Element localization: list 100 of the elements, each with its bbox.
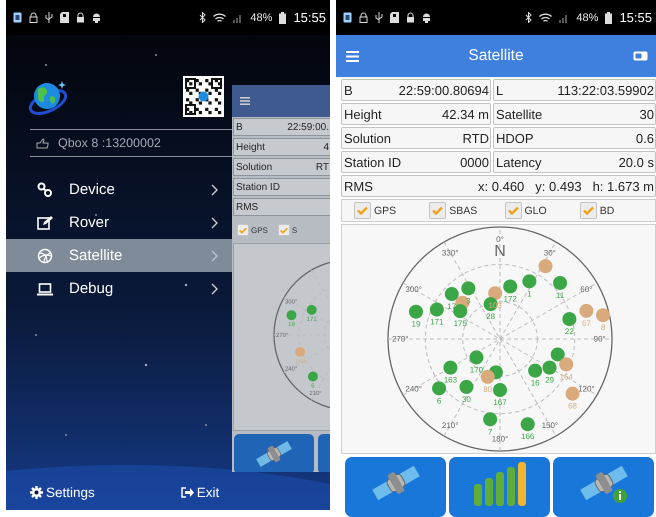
field-label: Height [344, 106, 382, 122]
field-label: RMS [344, 178, 374, 194]
satellite-label: 22 [564, 327, 574, 336]
field-label: B [344, 82, 353, 98]
menu-label: Satellite [69, 247, 124, 264]
laptop-icon [37, 280, 53, 296]
lock-icon [406, 12, 415, 23]
field-label: Solution [236, 162, 272, 172]
toggle-icon[interactable] [633, 51, 648, 61]
checkbox[interactable] [504, 202, 522, 219]
field-label: Station ID [344, 154, 402, 170]
lock-icon [76, 12, 85, 23]
toolbar-button[interactable] [234, 434, 314, 472]
satellite-label: 28 [486, 312, 496, 322]
field-value: 42.34 m [442, 106, 489, 122]
bearing-label: 30° [544, 248, 556, 258]
signal-icon [233, 12, 244, 22]
usb-icon [375, 12, 383, 23]
checkbox-label: S [292, 226, 298, 234]
bearing-label: 180° [492, 434, 508, 444]
check-icon [432, 206, 444, 215]
menu-item[interactable]: Rover [6, 206, 232, 239]
toolbar-button[interactable] [345, 457, 446, 517]
field-value: h: 1.673 m [592, 178, 654, 194]
toolbar-button[interactable] [553, 457, 654, 517]
checkbox[interactable] [354, 202, 371, 219]
satellite-label: 8 [600, 323, 606, 332]
menu-item[interactable]: Device [6, 173, 232, 206]
field-value: 4 [323, 142, 329, 152]
satellite-label: 175 [454, 319, 467, 328]
field-label: Latency [496, 154, 542, 170]
satellite-label: 171 [430, 318, 444, 327]
field-label: Solution [344, 130, 391, 146]
bluetooth-icon [525, 12, 532, 23]
check-icon [582, 206, 594, 215]
settings-icon [30, 486, 43, 499]
satellite-label: 170 [470, 365, 484, 374]
menu-item[interactable]: Debug [6, 272, 232, 305]
wifi-icon [213, 12, 226, 22]
field-label: Station ID [236, 182, 280, 192]
exit-button[interactable]: Exit [178, 483, 222, 502]
bearing-label: 150° [542, 421, 558, 430]
settings-button[interactable]: Settings [28, 483, 97, 502]
field-label: HDOP [496, 130, 534, 146]
battery-percentage: 48% [250, 12, 272, 24]
link-icon [37, 182, 53, 198]
hand-pointer-icon [36, 138, 49, 148]
bearing-label: 240° [405, 384, 422, 394]
checkbox-label: GPS [251, 226, 268, 234]
sim-card-icon [13, 12, 22, 23]
qr-code [183, 76, 224, 117]
field-value: y: 0.493 [535, 178, 582, 194]
satellite-label: 17 [447, 302, 456, 312]
checkbox[interactable] [278, 224, 290, 236]
edit-icon [37, 214, 53, 230]
bearing-label: 60° [580, 284, 592, 294]
field-value: 20.0 s [618, 154, 654, 170]
robot-icon [422, 12, 431, 23]
usb-icon [45, 12, 53, 23]
bearing-label: 210° [442, 421, 458, 430]
chevron-right-icon [211, 184, 218, 196]
device-name: Qbox 8 :13200002 [58, 136, 161, 150]
satellite-label: 29 [545, 376, 554, 385]
satellite-label: 6 [436, 396, 442, 406]
satellite-label: 68 [568, 402, 577, 411]
checkbox[interactable] [429, 202, 446, 219]
wifi-icon [539, 12, 552, 22]
field-value: 22:59:00.80694 [398, 82, 489, 98]
screen-title: Satellite [468, 47, 524, 65]
bearing-label: 330° [442, 248, 458, 258]
toolbar-button[interactable] [449, 457, 550, 517]
satellite-label: 19 [412, 320, 420, 329]
field-value: 0.6 [636, 130, 654, 146]
bearing-label: 0° [496, 234, 504, 244]
field-value: RTD [462, 130, 489, 146]
bearing-label: 120° [578, 384, 595, 394]
checkbox[interactable] [237, 224, 249, 236]
menu-icon[interactable] [346, 50, 359, 62]
sd-card-icon [60, 12, 69, 23]
checkbox[interactable] [580, 202, 597, 219]
checkbox-label: GLO [524, 204, 547, 216]
bearing-label: 90° [594, 334, 606, 344]
satellite-label: 7 [488, 427, 492, 436]
satellite-label: 164 [560, 372, 573, 382]
satellite-label: 163 [444, 376, 458, 385]
satellite-label: 16 [530, 378, 540, 388]
menu-icon[interactable] [240, 97, 250, 105]
menu-label: Device [69, 181, 116, 198]
field-value: x: 0.460 [478, 178, 524, 194]
field-label: RMS [236, 202, 258, 212]
chevron-right-icon [211, 216, 218, 228]
satellite-label: 166 [521, 432, 534, 442]
field-value: 30 [640, 106, 654, 122]
bluetooth-icon [199, 12, 206, 23]
check-icon [357, 206, 368, 215]
satellite-label: 67 [582, 318, 591, 328]
field-label: L [496, 82, 504, 98]
status-time: 15:55 [619, 10, 652, 25]
status-time: 15:55 [293, 10, 326, 25]
battery-icon [279, 12, 286, 24]
